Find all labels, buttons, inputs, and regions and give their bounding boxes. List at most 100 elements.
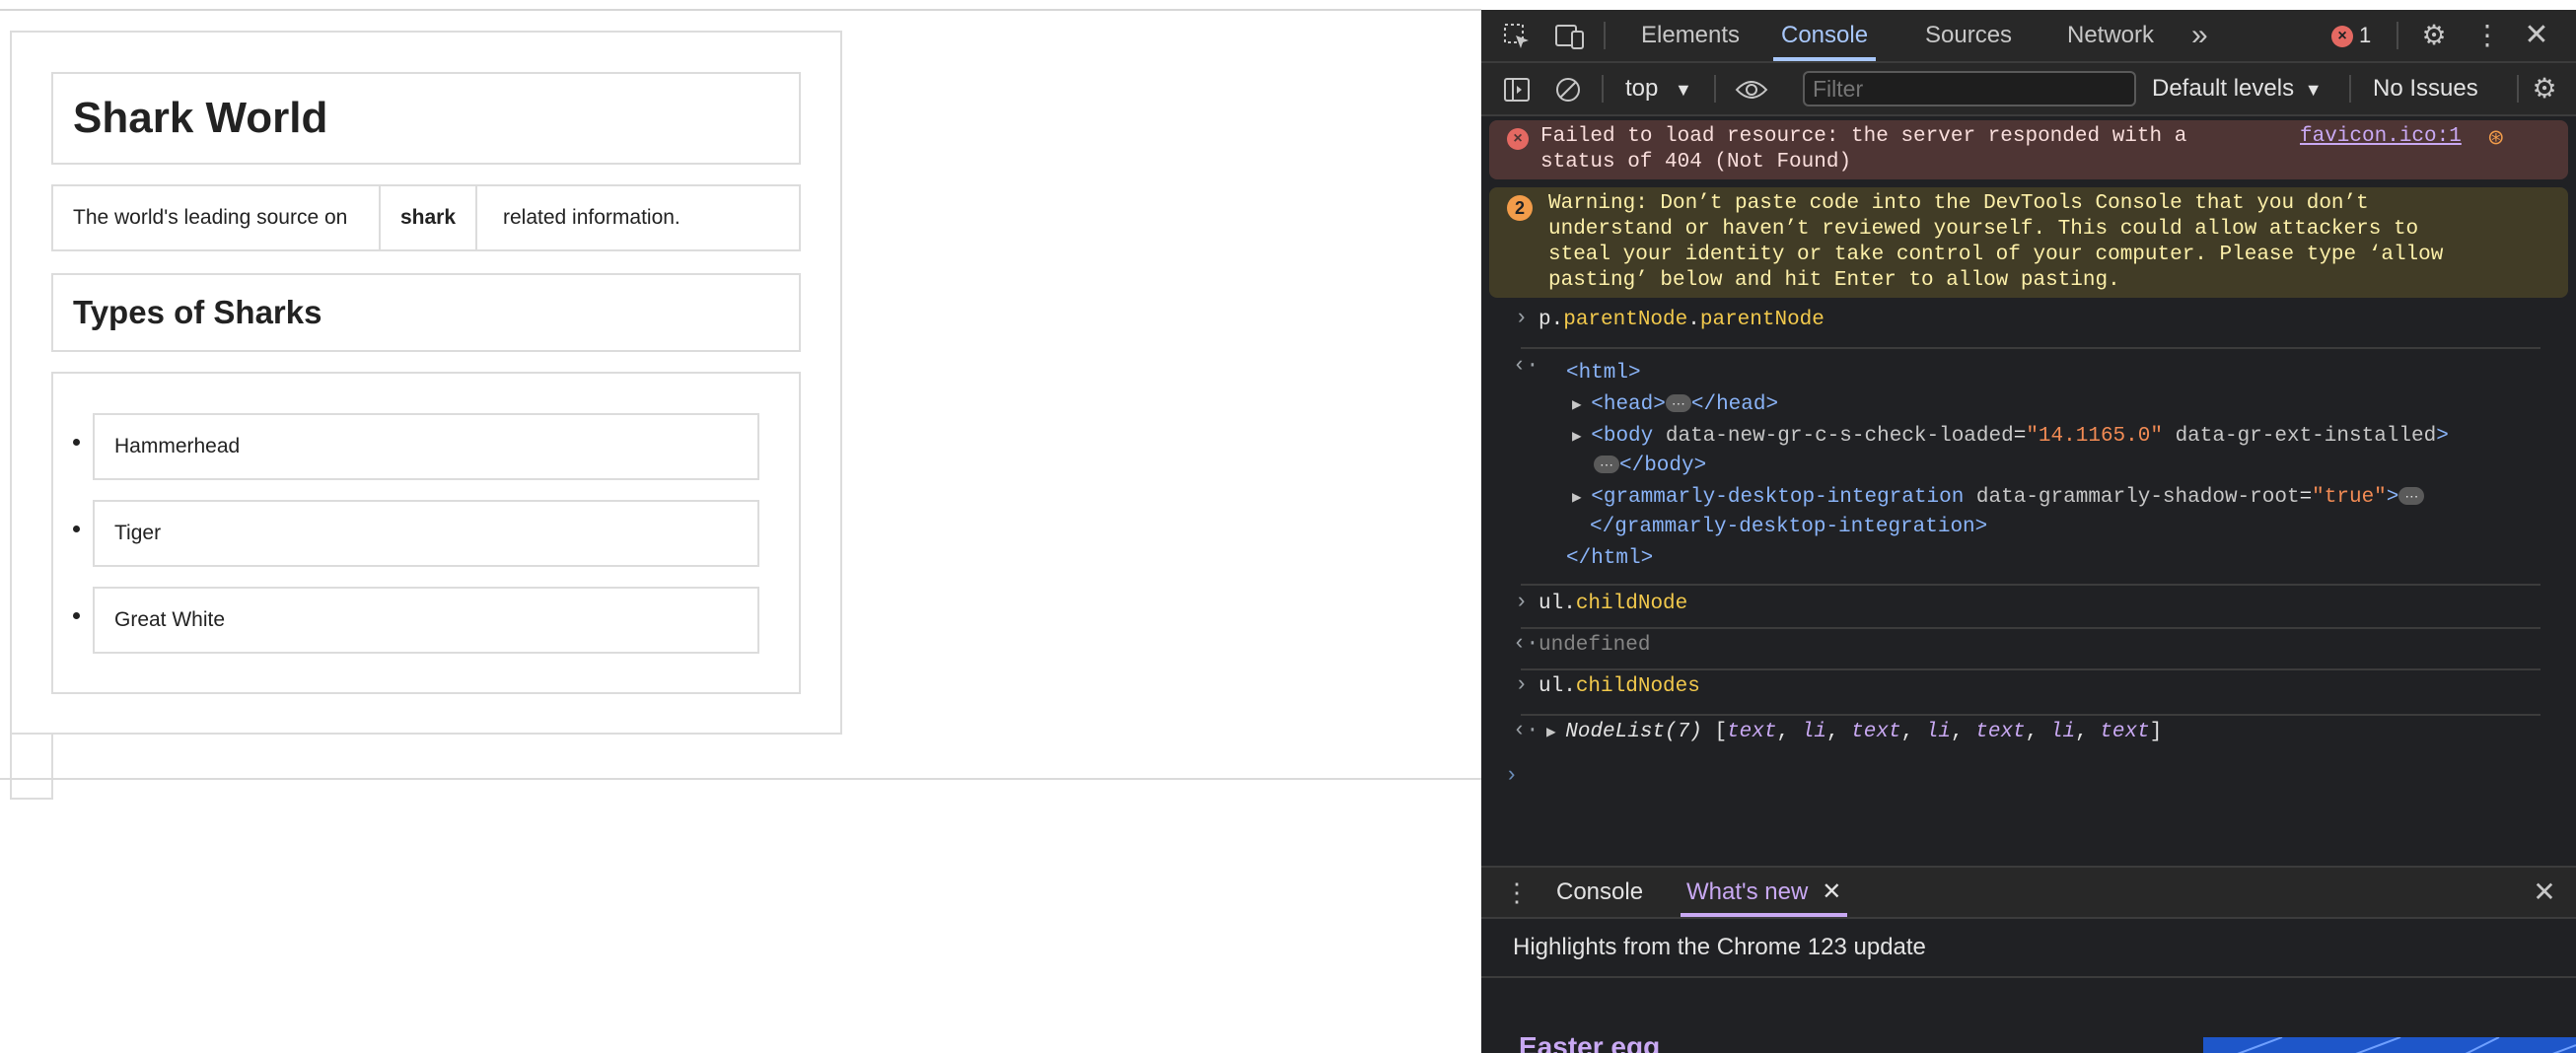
log-levels-label: Default levels xyxy=(2152,75,2295,102)
divider xyxy=(1521,714,2540,716)
more-options-icon[interactable]: ⋮ xyxy=(2466,10,2509,61)
divider xyxy=(1521,668,2540,670)
list-item: Hammerhead xyxy=(73,413,759,480)
header-box: Shark World xyxy=(51,72,801,165)
tagline-before: The world's leading source on xyxy=(73,206,348,229)
divider xyxy=(2397,22,2398,49)
console-settings-gear-icon[interactable]: ⚙ xyxy=(2523,63,2566,114)
close-devtools-icon[interactable]: ✕ xyxy=(2515,10,2558,61)
input-prompt-icon: › xyxy=(1515,590,1529,614)
easter-egg-heading: Easter egg xyxy=(1519,1031,1661,1053)
body-node-tail: ⋯ </body> xyxy=(1594,454,1706,479)
list-item-text: Tiger xyxy=(114,522,162,544)
list-item-text: Great White xyxy=(114,608,226,631)
error-count: 1 xyxy=(2359,23,2372,47)
viewport-bottom-border xyxy=(0,778,1481,780)
issues-button[interactable]: No Issues xyxy=(2373,63,2478,114)
close-tab-icon: ✕ xyxy=(1822,878,1842,905)
divider xyxy=(1481,976,2576,978)
divider xyxy=(2349,75,2351,103)
warning-text-line: Warning: Don’t paste code into the DevTo… xyxy=(1548,192,2369,215)
divider xyxy=(1521,627,2540,629)
sidebar-toggle-icon[interactable] xyxy=(1495,63,1538,114)
body-node[interactable]: ▶ <body data-new-gr-c-s-check-loaded="14… xyxy=(1572,424,2449,450)
error-icon: × xyxy=(1507,128,1529,150)
bullet-icon xyxy=(73,612,80,619)
console-command[interactable]: ul.childNode xyxy=(1538,592,1687,617)
device-toolbar-icon[interactable] xyxy=(1548,10,1592,61)
tab-elements[interactable]: Elements xyxy=(1641,10,1740,61)
bullet-icon xyxy=(73,526,80,532)
tagline-after: related information. xyxy=(503,206,680,229)
caret-down-icon: ▼ xyxy=(2304,80,2323,100)
input-prompt-icon: › xyxy=(1515,306,1529,330)
promo-image xyxy=(2203,1036,2576,1053)
console-command[interactable]: p.parentNode.parentNode xyxy=(1538,308,1825,333)
console-warning-message: 2 Warning: Don’t paste code into the Dev… xyxy=(1489,187,2568,298)
section-title: Types of Sharks xyxy=(73,294,322,330)
tagline-row: The world's leading source on shark rela… xyxy=(51,184,801,251)
console-error-message: × Failed to load resource: the server re… xyxy=(1489,120,2568,179)
drawer-tab-bar: ⋮ Console What's new ✕ ✕ xyxy=(1481,866,2576,919)
caret-down-icon: ▼ xyxy=(1675,80,1692,100)
warning-repeat-count: 2 xyxy=(1507,195,1533,221)
clear-console-icon[interactable] xyxy=(1546,63,1590,114)
tab-sources[interactable]: Sources xyxy=(1925,10,2012,61)
nodelist-result[interactable]: ▶ NodeList(7) [text, li, text, li, text,… xyxy=(1546,720,2162,745)
tab-console[interactable]: Console xyxy=(1773,10,1877,61)
warning-text-line: understand or haven’t reviewed yourself.… xyxy=(1548,218,2419,241)
warning-text-line: steal your identity or take control of y… xyxy=(1548,244,2444,266)
devtools-panel: Elements Console Sources Network » × 1 ⚙ … xyxy=(1481,10,2576,1053)
network-request-icon[interactable]: ⊛ xyxy=(2487,124,2505,150)
highlights-heading: Highlights from the Chrome 123 update xyxy=(1513,934,1926,960)
warning-text-line: pasting’ below and hit Enter to allow pa… xyxy=(1548,269,2120,292)
grammarly-node[interactable]: ▶ <grammarly-desktop-integration data-gr… xyxy=(1572,485,2425,511)
divider xyxy=(1714,75,1716,103)
inspect-element-icon[interactable] xyxy=(1495,10,1538,61)
html-open-tag[interactable]: <html> xyxy=(1566,361,1641,386)
tab-network[interactable]: Network xyxy=(2067,10,2154,61)
live-expression-eye-icon[interactable] xyxy=(1730,63,1773,114)
drawer-tab-console[interactable]: Console xyxy=(1556,868,1643,917)
viewport-top-border xyxy=(0,9,1481,11)
section-header-box: Types of Sharks xyxy=(51,273,801,352)
divider xyxy=(1521,584,2540,586)
tagline-bold: shark xyxy=(379,186,477,249)
close-drawer-icon[interactable]: ✕ xyxy=(2523,868,2566,917)
input-prompt-icon: › xyxy=(1515,672,1529,697)
ellipsis-icon: ⋯ xyxy=(1594,456,1619,474)
divider xyxy=(1521,347,2540,349)
drawer-menu-icon[interactable]: ⋮ xyxy=(1495,868,1538,917)
drawer-tab-whats-new[interactable]: What's new ✕ xyxy=(1681,868,1848,917)
divider xyxy=(1602,75,1604,103)
list-item-text: Hammerhead xyxy=(114,435,241,457)
list-item: Tiger xyxy=(73,500,759,567)
list-item: Great White xyxy=(73,587,759,654)
console-toolbar: top ▼ Default levels ▼ No Issues ⚙ xyxy=(1481,63,2576,116)
console-output: × Failed to load resource: the server re… xyxy=(1481,116,2576,866)
console-filter-input[interactable] xyxy=(1803,71,2136,106)
divider xyxy=(1604,22,1606,49)
error-source-link[interactable]: favicon.ico:1 xyxy=(2300,124,2462,150)
more-tabs-icon[interactable]: » xyxy=(2191,10,2208,61)
error-text-line: status of 404 (Not Found) xyxy=(1540,151,1852,174)
whats-new-panel: Highlights from the Chrome 123 update Ea… xyxy=(1481,919,2576,1053)
ellipsis-icon: ⋯ xyxy=(1665,394,1691,413)
html-close-tag: </html> xyxy=(1566,547,1654,570)
ellipsis-icon: ⋯ xyxy=(2398,487,2425,506)
devtools-tab-bar: Elements Console Sources Network » × 1 ⚙ … xyxy=(1481,10,2576,63)
shark-list: Hammerhead Tiger Great White xyxy=(51,372,801,694)
context-selector[interactable]: top ▼ xyxy=(1625,63,1692,115)
head-node[interactable]: ▶ <head> ⋯ </head> xyxy=(1572,392,1778,418)
divider xyxy=(2517,75,2519,103)
console-input-prompt[interactable]: › xyxy=(1505,763,1518,788)
log-levels-dropdown[interactable]: Default levels ▼ xyxy=(2152,63,2323,115)
console-command[interactable]: ul.childNodes xyxy=(1538,674,1700,700)
output-return-icon: ‹· xyxy=(1513,631,1539,656)
bullet-icon xyxy=(73,439,80,446)
output-return-icon: ‹· xyxy=(1513,718,1539,742)
error-text-line: Failed to load resource: the server resp… xyxy=(1540,125,2187,148)
error-icon: × xyxy=(2331,26,2353,48)
settings-gear-icon[interactable]: ⚙ xyxy=(2412,10,2456,61)
error-count-badge[interactable]: × 1 xyxy=(2331,22,2371,49)
